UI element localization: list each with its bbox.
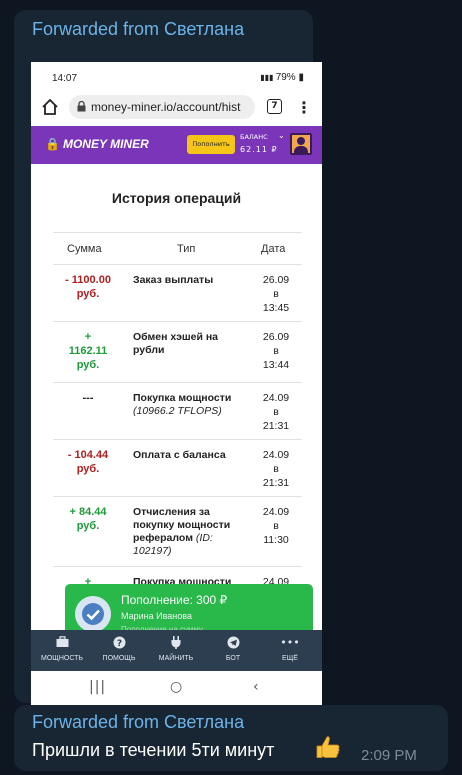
battery-icon: ▮ (298, 72, 304, 83)
nav-item-more[interactable]: ••• ЕЩЁ (264, 630, 316, 671)
browser-url-bar: money-miner.io/account/hist 7 ⋮ (31, 92, 322, 124)
row-amount: - 1100.00 руб. (65, 274, 111, 300)
row-amount: - 104.44 руб. (67, 449, 109, 475)
verified-badge-icon (75, 596, 111, 632)
balance-value: 62.11 ₽ (240, 145, 278, 154)
url-field[interactable]: money-miner.io/account/hist (69, 95, 255, 119)
back-icon[interactable]: ‹ (253, 679, 259, 695)
lock-logo-icon: 🔒 (45, 137, 60, 151)
telegram-icon (207, 636, 259, 650)
row-date: 26.09 в 13:44 (262, 331, 290, 371)
row-date: 24.09 в 21:31 (262, 392, 290, 432)
signal-icon: ▮▮▮ (260, 73, 276, 82)
forwarded-from-header[interactable]: Forwarded from Светлана (32, 712, 244, 733)
table-row: --- Покупка мощности (10966.2 TFLOPS) 24.0… (53, 383, 302, 440)
forwarded-message-screenshot[interactable]: Forwarded from Светлана 14:07 ▮▮▮ 79% ▮ … (14, 10, 322, 707)
row-amount: --- (82, 392, 94, 404)
android-nav-bar: ||| ○ ‹ (31, 671, 322, 707)
table-row: - 1100.00 руб. Заказ выплаты 26.09 в 13:45 (53, 265, 302, 322)
table-row: +1162.11 руб. Обмен хэшей на рубли 26.09 в 13… (53, 322, 302, 383)
row-date: 24.09 в 21:31 (262, 449, 290, 489)
browser-menu-icon[interactable]: ⋮ (296, 98, 312, 117)
table-row: - 104.44 руб. Оплата с баланса 24.09 в 21:31 (53, 440, 302, 497)
phone-status-bar: 14:07 ▮▮▮ 79% ▮ (31, 62, 322, 94)
balance-label: БАЛАНС (240, 133, 268, 141)
row-amount: + 84.44 руб. (69, 506, 107, 532)
page-title: История операций (111, 190, 242, 206)
site-header: 🔒 MONEY MINER Пополнить БАЛАНС ⌄ 62.11 ₽ (31, 126, 322, 164)
avatar[interactable] (290, 133, 312, 155)
row-type: Покупка мощности (10966.2 TFLOPS) (133, 392, 232, 417)
col-header-type: Тип (177, 243, 196, 255)
row-date: 26.09 в 13:45 (262, 274, 290, 314)
row-type: Обмен хэшей на рубли (133, 331, 219, 356)
bottom-navigation: МОЩНОСТЬ ? ПОМОЩЬ МАЙНИТЬ БОТ ••• ЕЩЁ (31, 630, 322, 671)
topup-button[interactable]: Пополнить (187, 135, 235, 154)
notification-title: Пополнение: 300 ₽ (121, 593, 228, 607)
history-table: Сумма Тип Дата - 1100.00 руб. Заказ выплат… (53, 232, 302, 617)
row-type: Оплата с баланса (133, 449, 226, 461)
more-icon: ••• (280, 636, 300, 649)
recent-apps-icon[interactable]: ||| (89, 679, 106, 695)
col-header-amount: Сумма (67, 243, 102, 255)
svg-text:?: ? (116, 639, 121, 649)
table-row: + 84.44 руб. Отчисления за покупку мощност… (53, 497, 302, 567)
row-amount: +1162.11 руб. (68, 331, 108, 371)
site-logo[interactable]: 🔒 MONEY MINER (45, 137, 149, 151)
row-type: Отчисления за покупку мощности рефералом… (133, 506, 231, 557)
tabs-count-icon[interactable]: 7 (267, 99, 282, 114)
thumbs-up-icon (316, 736, 340, 758)
lock-icon (77, 101, 86, 112)
notification-name: Марина Иванова (121, 611, 192, 621)
forwarded-from-header[interactable]: Forwarded from Светлана (32, 19, 244, 40)
home-button-icon[interactable]: ○ (170, 679, 182, 695)
url-text: money-miner.io/account/hist (91, 100, 241, 114)
message-text: Пришли в течении 5ти минут (32, 740, 275, 760)
row-type: Заказ выплаты (133, 274, 214, 286)
briefcase-icon (36, 636, 88, 650)
status-time: 14:07 (52, 73, 78, 84)
nav-item-power[interactable]: МОЩНОСТЬ (36, 630, 88, 671)
help-icon: ? (93, 636, 145, 650)
plug-icon (150, 636, 202, 650)
nav-item-mine[interactable]: МАЙНИТЬ (150, 630, 202, 671)
col-header-date: Дата (261, 243, 286, 255)
forwarded-message-text[interactable]: Forwarded from Светлана Пришли в течении… (14, 705, 448, 771)
chevron-down-icon[interactable]: ⌄ (278, 131, 285, 140)
status-battery: ▮▮▮ 79% ▮ (260, 72, 304, 83)
nav-item-bot[interactable]: БОТ (207, 630, 259, 671)
row-date: 24.09 в 11:30 (262, 506, 290, 546)
table-header: Сумма Тип Дата (53, 232, 302, 265)
message-time: 2:09 PM (361, 747, 417, 764)
nav-item-help[interactable]: ? ПОМОЩЬ (93, 630, 145, 671)
home-icon[interactable] (41, 98, 59, 116)
phone-screenshot[interactable]: 14:07 ▮▮▮ 79% ▮ money-miner.io/account/h… (31, 62, 322, 707)
